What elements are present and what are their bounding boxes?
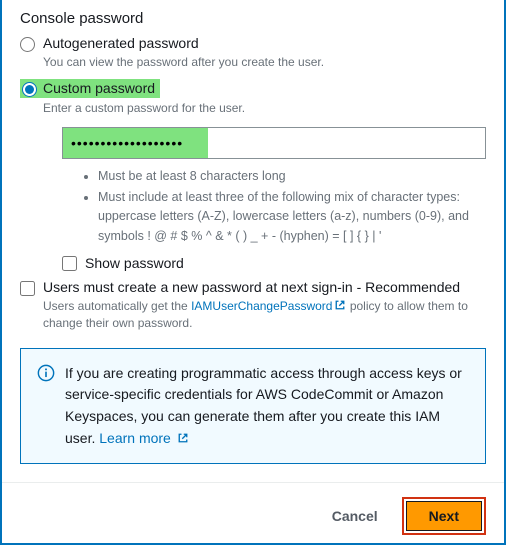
force-change-checkbox[interactable]	[20, 281, 35, 296]
cancel-button[interactable]: Cancel	[322, 502, 388, 530]
console-password-panel: Console password Autogenerated password …	[0, 0, 506, 545]
radio-autogenerated-input[interactable]	[20, 37, 35, 52]
custom-helper: Enter a custom password for the user.	[43, 100, 486, 117]
external-link-icon	[334, 299, 346, 311]
show-password-label: Show password	[85, 255, 184, 271]
force-change-row[interactable]: Users must create a new password at next…	[20, 279, 486, 296]
iam-policy-link[interactable]: IAMUserChangePassword	[191, 299, 346, 313]
section-title: Console password	[20, 10, 486, 27]
password-requirements: Must be at least 8 characters long Must …	[82, 167, 486, 247]
learn-more-link[interactable]: Learn more	[99, 430, 188, 446]
password-field-wrap	[62, 127, 486, 159]
autogen-helper: You can view the password after you crea…	[43, 54, 486, 71]
radio-custom[interactable]: Custom password	[20, 79, 486, 98]
show-password-row[interactable]: Show password	[62, 254, 486, 271]
radio-autogenerated[interactable]: Autogenerated password	[20, 35, 486, 52]
show-password-checkbox[interactable]	[62, 256, 77, 271]
footer: Cancel Next	[2, 483, 504, 549]
radio-custom-label: Custom password	[43, 80, 155, 96]
next-button-highlight: Next	[402, 497, 486, 535]
radio-custom-input[interactable]	[22, 82, 37, 97]
panel-body: Console password Autogenerated password …	[2, 0, 504, 483]
force-change-label: Users must create a new password at next…	[43, 279, 460, 295]
info-icon	[37, 364, 55, 382]
next-button[interactable]: Next	[406, 501, 482, 531]
force-change-helper: Users automatically get the IAMUserChang…	[43, 298, 486, 332]
req-length: Must be at least 8 characters long	[98, 167, 486, 186]
external-link-icon	[177, 432, 189, 444]
radio-autogenerated-label: Autogenerated password	[43, 35, 199, 51]
req-chartypes: Must include at least three of the follo…	[98, 188, 486, 246]
force-change-helper-pre: Users automatically get the	[43, 299, 191, 313]
info-box: If you are creating programmatic access …	[20, 348, 486, 465]
password-input[interactable]	[62, 127, 486, 159]
info-text: If you are creating programmatic access …	[65, 363, 469, 450]
